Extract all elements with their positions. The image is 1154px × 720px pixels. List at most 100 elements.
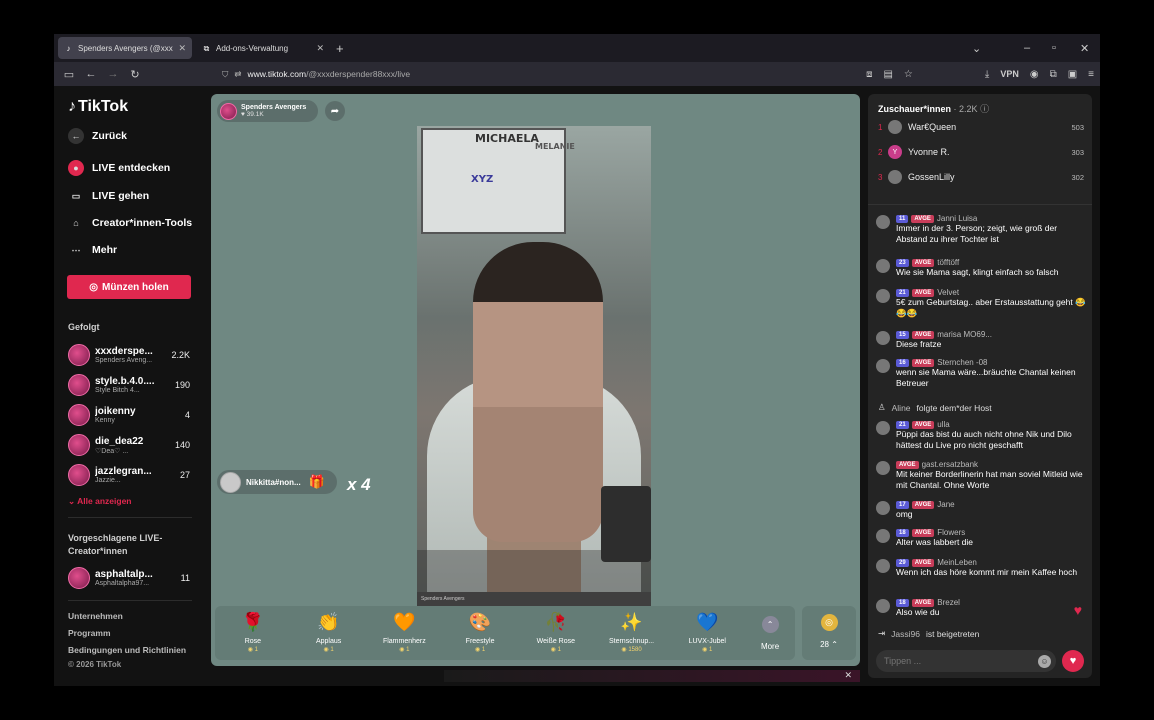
sidebar-item-go-live[interactable]: ▭ LIVE gehen (68, 188, 149, 204)
chat-text: omg (896, 509, 913, 519)
close-tab-icon[interactable]: ✕ (316, 43, 324, 54)
top-viewer-row[interactable]: 3 GossenLilly 302 (878, 168, 1084, 186)
white-rose-icon: 🥀 (544, 612, 568, 632)
chat-message[interactable]: 18 AVGE Flowers Alter was labbert die (876, 528, 1088, 548)
chat-message[interactable]: 29 AVGE MeinLeben Wenn ich das höre kommt … (876, 558, 1088, 578)
show-all-link[interactable]: ⌄ Alle anzeigen (68, 496, 132, 507)
whiteboard: MICHAELA MELANIE XYZ (421, 128, 575, 234)
tab-tiktok-live[interactable]: ♪ Spenders Avengers (@xxxde ✕ (58, 37, 192, 59)
vpn-button[interactable]: VPN (1000, 69, 1019, 79)
gift-rose[interactable]: 🌹 Rose ◉ 1 (215, 606, 291, 660)
bookmark-star-icon[interactable]: ☆ (904, 69, 913, 80)
following-item[interactable]: style.b.4.0.... Style Bitch 4... 190 (68, 372, 190, 398)
account-icon[interactable]: ◉ (1030, 69, 1039, 80)
chat-message[interactable]: AVGE gast.ersatzbank Mit keiner Borderlin… (876, 460, 1088, 491)
following-name: jazzlegran... (95, 466, 152, 477)
minimize-icon[interactable]: – (1024, 34, 1030, 62)
maximize-icon[interactable]: ▫ (1052, 34, 1056, 62)
gift-flammenherz[interactable]: 🧡 Flammenherz ◉ 1 (366, 606, 442, 660)
top-viewer-row[interactable]: 2 Y Yvonne R. 303 (878, 143, 1084, 161)
viewer-count: 2.2K (171, 350, 190, 360)
address-bar[interactable]: ⛉ ⇄ www.tiktok.com/@xxxderspender88xxx/l… (222, 65, 862, 83)
sidebar-item-live-discover[interactable]: ● LIVE entdecken (68, 160, 170, 176)
tiktok-favicon-icon: ♪ (66, 43, 71, 53)
share-icon[interactable]: ➦ (325, 101, 345, 121)
chat-panel: Zuschauer*innen · 2.2K ⓘ 1 War€Queen 503… (868, 94, 1092, 678)
chat-text: Immer in der 3. Person; zeigt, wie groß … (896, 223, 1058, 244)
suggested-sub: Asphaltalpha97... (95, 580, 150, 587)
chat-input[interactable] (884, 656, 1038, 666)
forward-icon[interactable]: → (102, 68, 124, 80)
get-coins-button[interactable]: ◎ Münzen holen (67, 275, 191, 299)
close-window-icon[interactable]: ✕ (1080, 34, 1089, 62)
extension-badge-icon[interactable]: ▣ (1068, 69, 1077, 80)
following-item[interactable]: jazzlegran... Jazzie... 27 (68, 462, 190, 488)
host-info[interactable]: Spenders Avengers ♥ 39.1K (217, 100, 318, 122)
live-player[interactable]: Spenders Avengers ♥ 39.1K ➦ MICHAELA MEL… (211, 94, 860, 666)
back-icon[interactable]: ← (80, 68, 102, 80)
picture-in-picture-icon[interactable]: ⧈ (866, 69, 872, 80)
chat-message[interactable]: 11 AVGE Janni Luisa Immer in der 3. Person… (876, 214, 1088, 245)
tab-addons[interactable]: ⧉ Add-ons-Verwaltung ✕ (196, 37, 330, 59)
level-badge: 23 (896, 258, 909, 267)
more-gifts-button[interactable]: ⌃ More (745, 606, 795, 660)
top-viewer-row[interactable]: 1 War€Queen 503 (878, 118, 1084, 136)
footer-link-terms[interactable]: Bedingungen und Richtlinien (68, 645, 186, 655)
chat-message[interactable]: 21 AVGE Velvet 5€ zum Geburtstag.. aber Er… (876, 288, 1088, 319)
gift-shooting-star[interactable]: ✨ Sternschnup... ◉ 1580 (594, 606, 670, 660)
chat-message[interactable]: 21 AVGE ulla Püppi das bist du auch nicht … (876, 420, 1088, 451)
chat-user: ulla (937, 420, 950, 429)
guest-pip[interactable] (601, 486, 651, 562)
back-link[interactable]: ← Zurück (68, 128, 127, 144)
gift-price: 1 (481, 647, 486, 653)
tab-label: Add-ons-Verwaltung (216, 43, 289, 53)
gift-applaus[interactable]: 👏 Applaus ◉ 1 (291, 606, 367, 660)
reload-icon[interactable]: ↻ (124, 68, 146, 81)
gift-white-rose[interactable]: 🥀 Weiße Rose ◉ 1 (518, 606, 594, 660)
avatar (876, 501, 890, 515)
following-item[interactable]: xxxderspe... Spenders Aveng... 2.2K (68, 342, 190, 368)
avatar (888, 120, 902, 134)
gift-freestyle[interactable]: 🎨 Freestyle ◉ 1 (442, 606, 518, 660)
chat-message[interactable]: 15 AVGE marisa MO69... Diese fratze (876, 330, 1088, 350)
tab-list-icon[interactable]: ⌄ (972, 34, 981, 62)
suggested-name: asphaltalp... (95, 569, 153, 580)
close-banner-icon[interactable]: ✕ (844, 670, 852, 681)
chat-message[interactable]: 23 AVGE töfftöff Wie sie Mama sagt, klingt… (876, 258, 1088, 278)
emoji-icon[interactable]: ☺ (1038, 654, 1051, 668)
gift-luvx-jubel[interactable]: 💙 LUVX-Jubel ◉ 1 (669, 606, 745, 660)
coin-balance-button[interactable]: ◎ 28 ⌃ (802, 606, 856, 660)
gift-price: 1 (406, 647, 410, 653)
bottom-banner: ✕ (444, 670, 860, 682)
sidebar-item-label: LIVE entdecken (92, 162, 171, 174)
gift-price: 1 (254, 647, 258, 653)
chat-message[interactable]: 16 AVGE Sternchen -08 wenn sie Mama wäre..… (876, 358, 1088, 389)
extensions-icon[interactable]: ⧉ (1050, 69, 1057, 80)
following-item[interactable]: joikenny Kenny 4 (68, 402, 190, 428)
close-tab-icon[interactable]: ✕ (178, 43, 186, 54)
sidebar-item-creator-tools[interactable]: ⌂ Creator*innen-Tools (68, 215, 192, 231)
footer-link-program[interactable]: Programm (68, 628, 111, 638)
sidebar-item-more[interactable]: ⋯ Mehr (68, 242, 118, 258)
avatar (68, 434, 90, 456)
footer-link-company[interactable]: Unternehmen (68, 611, 123, 621)
new-tab-icon[interactable]: + (336, 41, 344, 56)
sidebar-toggle-icon[interactable]: ▭ (58, 68, 80, 81)
viewers-header[interactable]: Zuschauer*innen · 2.2K ⓘ (878, 102, 989, 115)
chat-user: Janni Luisa (936, 214, 978, 223)
menu-icon[interactable]: ≡ (1088, 69, 1094, 80)
following-item[interactable]: die_dea22 ♡Dea♡ ... 140 (68, 432, 190, 458)
rose-icon: 🌹 (241, 612, 265, 632)
reader-icon[interactable]: ▤ (883, 69, 892, 80)
url-path: /@xxxderspender88xxx/live (306, 69, 411, 79)
tiktok-logo[interactable]: ♪ TikTok (68, 98, 128, 116)
info-icon[interactable]: ⓘ (980, 104, 989, 114)
heart-icon[interactable]: ♥ (1074, 602, 1082, 618)
gift-button[interactable]: ♥ (1062, 650, 1084, 672)
chat-message[interactable]: 17 AVGE Jane omg (876, 500, 1088, 520)
viewer-count: 4 (184, 410, 190, 420)
chat-message[interactable]: 18 AVGE Brezel Also wie du (876, 598, 1088, 618)
divider (68, 600, 192, 601)
download-icon[interactable]: ⤓ (985, 69, 989, 80)
suggested-item[interactable]: asphaltalp... Asphaltalpha97... 11 (68, 565, 190, 591)
